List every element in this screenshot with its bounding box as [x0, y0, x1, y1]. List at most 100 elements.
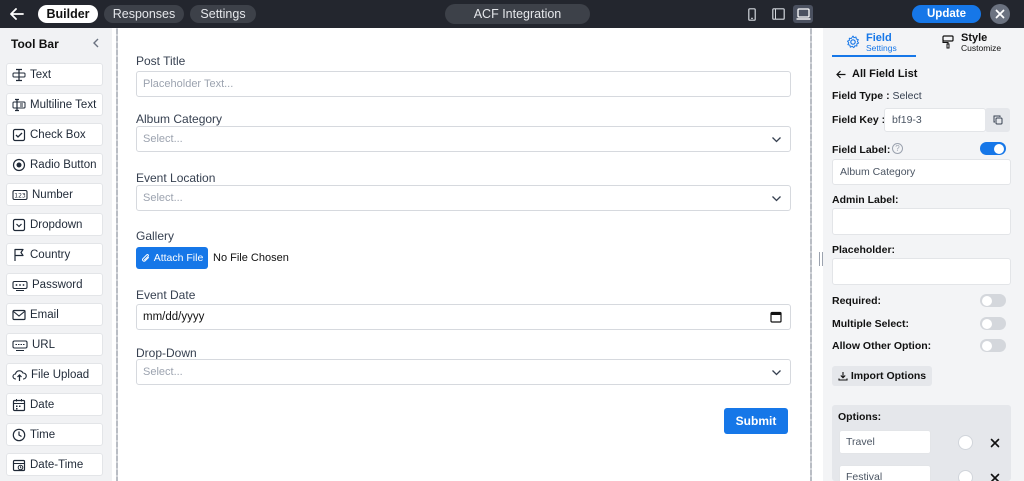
attach-file-button[interactable]: Attach File [136, 247, 208, 269]
tool-label: Password [32, 278, 83, 291]
event-location-select[interactable]: Select... [136, 185, 791, 211]
field-type-value: Select [892, 90, 922, 102]
options-label: Options: [838, 411, 882, 423]
chevron-down-icon [772, 196, 781, 202]
tool-label: Country [30, 248, 71, 261]
radio-button-icon [12, 158, 26, 171]
tool-password[interactable]: Password [6, 273, 103, 296]
field-label-toggle[interactable] [980, 142, 1006, 155]
canvas-right-guide [810, 28, 812, 481]
field-label-label: Field Label: [832, 144, 891, 156]
tab-settings[interactable]: Settings [190, 5, 256, 23]
drop-down-value: Select... [143, 366, 183, 378]
tab-responses[interactable]: Responses [104, 5, 184, 23]
tool-text[interactable]: Text [6, 63, 103, 86]
all-field-list-label: All Field List [852, 68, 918, 80]
placeholder-input[interactable] [832, 258, 1011, 285]
tool-url[interactable]: URL [6, 333, 103, 356]
post-title-label: Post Title [136, 54, 186, 68]
tool-time[interactable]: Time [6, 423, 103, 446]
field-tab-subtitle: Settings [866, 43, 897, 53]
album-category-label: Album Category [136, 112, 223, 126]
field-label-input[interactable]: Album Category [832, 159, 1011, 185]
tool-radio-button[interactable]: Radio Button [6, 153, 103, 176]
number-icon: 123 [12, 189, 28, 200]
field-type-row: Field Type : Select [832, 90, 922, 102]
panel-tab-style-customize[interactable]: Style Customize [942, 33, 1001, 53]
tool-bar-title: Tool Bar [11, 37, 59, 51]
option-input[interactable]: Travel [839, 430, 931, 454]
tool-label: Email [30, 308, 59, 321]
desktop-icon[interactable] [793, 5, 813, 23]
all-field-list-link[interactable]: All Field List [836, 68, 917, 80]
back-arrow-icon[interactable] [8, 5, 26, 23]
post-title-input[interactable]: Placeholder Text... [136, 71, 791, 97]
option-input[interactable]: Festival [839, 465, 931, 481]
form-title[interactable]: ACF Integration [445, 4, 590, 24]
option-default-radio[interactable] [958, 470, 973, 481]
submit-button[interactable]: Submit [724, 408, 788, 434]
field-key-input[interactable]: bf19-3 [884, 108, 986, 132]
option-default-radio[interactable] [958, 435, 973, 450]
tool-country[interactable]: Country [6, 243, 103, 266]
chevron-left-icon[interactable] [92, 37, 102, 49]
tool-date-time[interactable]: Date-Time [6, 453, 103, 476]
tool-number[interactable]: 123 Number [6, 183, 103, 206]
event-date-input[interactable]: mm/dd/yyyy [136, 304, 791, 330]
import-options-button[interactable]: Import Options [832, 366, 932, 386]
arrow-left-icon [836, 70, 846, 78]
admin-label-label: Admin Label: [832, 194, 899, 206]
tablet-icon[interactable] [768, 5, 788, 23]
close-icon[interactable] [988, 471, 1002, 481]
album-category-value: Select... [143, 133, 183, 145]
admin-label-input[interactable] [832, 208, 1011, 235]
option-value: Travel [846, 436, 875, 448]
multiple-select-toggle[interactable] [980, 317, 1006, 330]
toggle-knob [982, 318, 992, 329]
field-key-value: bf19-3 [892, 114, 922, 126]
required-label: Required: [832, 295, 882, 307]
tool-label: URL [32, 338, 56, 351]
tool-file-upload[interactable]: File Upload [6, 363, 103, 386]
active-tab-indicator [832, 55, 916, 57]
url-icon [12, 339, 28, 351]
tool-dropdown[interactable]: Dropdown [6, 213, 103, 236]
album-category-select[interactable]: Select... [136, 126, 791, 152]
style-tab-subtitle: Customize [961, 43, 1002, 53]
tool-multiline-text[interactable]: Multiline Text [6, 93, 103, 116]
required-toggle[interactable] [980, 294, 1006, 307]
field-type-label: Field Type : [832, 90, 890, 102]
field-label-value: Album Category [840, 166, 916, 178]
calendar-icon [12, 398, 26, 411]
calendar-icon[interactable] [770, 311, 782, 323]
drop-down-select[interactable]: Select... [136, 359, 791, 385]
download-icon [838, 372, 848, 381]
multiple-select-label: Multiple Select: [832, 318, 910, 330]
tool-email[interactable]: Email [6, 303, 103, 326]
toggle-knob [982, 340, 992, 351]
help-icon[interactable]: ? [892, 143, 903, 154]
tool-label: Date-Time [30, 458, 84, 471]
close-icon[interactable] [988, 436, 1002, 450]
update-button[interactable]: Update [912, 5, 981, 23]
mobile-icon[interactable] [742, 5, 762, 23]
tool-label: Radio Button [30, 158, 97, 171]
tool-date[interactable]: Date [6, 393, 103, 416]
gear-icon [847, 35, 860, 49]
option-value: Festival [846, 471, 883, 481]
tool-check-box[interactable]: Check Box [6, 123, 103, 146]
tab-builder[interactable]: Builder [38, 5, 98, 23]
copy-icon[interactable] [985, 108, 1010, 132]
tool-label: Time [30, 428, 56, 441]
allow-other-option-toggle[interactable] [980, 339, 1006, 352]
paperclip-icon [141, 253, 149, 262]
attach-file-label: Attach File [153, 252, 204, 264]
canvas-left-guide [116, 28, 118, 481]
multiline-text-icon [12, 98, 26, 111]
panel-tab-field-settings[interactable]: Field Settings [846, 33, 897, 53]
gallery-label: Gallery [136, 229, 175, 243]
upload-icon [12, 369, 27, 381]
tool-label: Text [30, 68, 52, 81]
password-icon [12, 280, 28, 291]
close-icon[interactable] [990, 4, 1010, 24]
